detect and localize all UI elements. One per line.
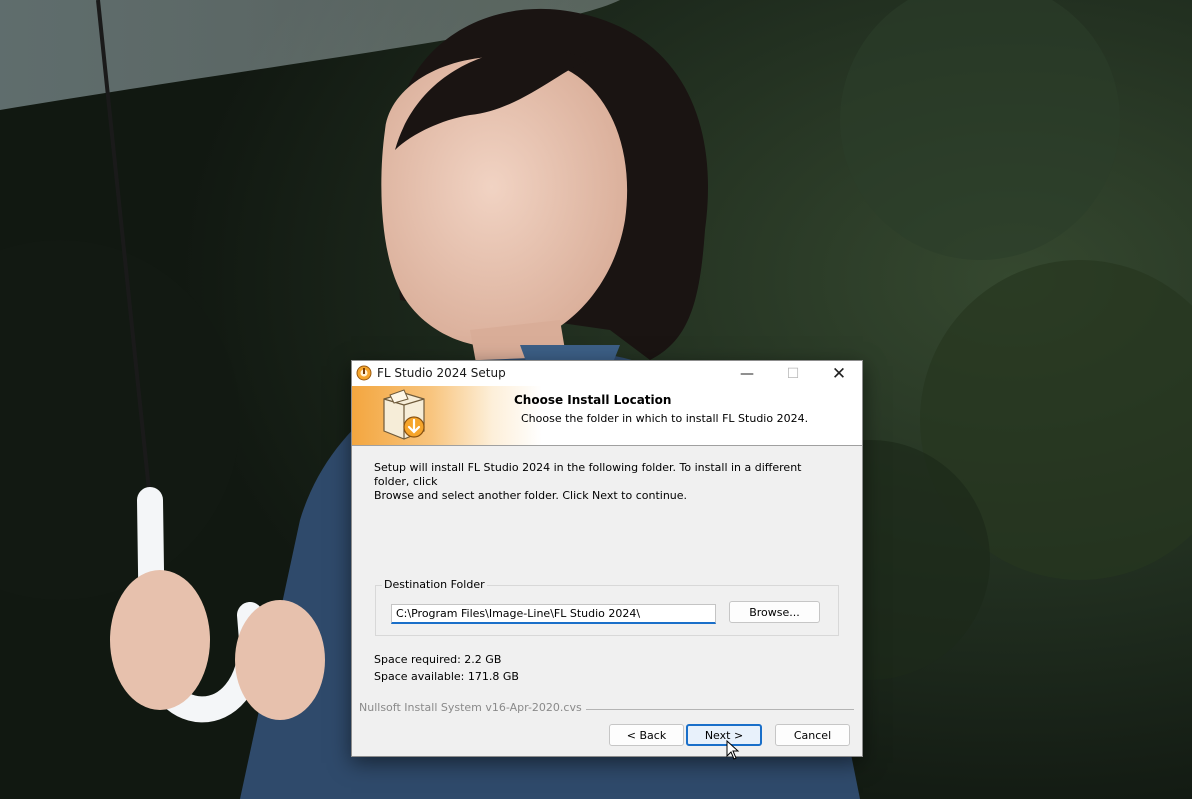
wizard-header: Choose Install Location Choose the folde… <box>352 386 862 446</box>
mouse-pointer-icon <box>726 740 740 760</box>
destination-folder-group: Destination Folder Browse... <box>375 578 839 636</box>
destination-path-input[interactable] <box>391 604 716 624</box>
page-subtitle: Choose the folder in which to install FL… <box>521 412 809 425</box>
close-icon: ✕ <box>831 363 847 384</box>
setup-dialog: FL Studio 2024 Setup — ☐ ✕ Choose Instal… <box>351 360 863 760</box>
page-title: Choose Install Location <box>514 393 672 407</box>
minimize-icon: — <box>740 365 754 382</box>
cancel-button[interactable]: Cancel <box>775 724 850 746</box>
maximize-button[interactable]: ☐ <box>770 361 816 386</box>
back-button[interactable]: < Back <box>609 724 684 746</box>
instructions-line-1: Setup will install FL Studio 2024 in the… <box>374 461 802 488</box>
window-title: FL Studio 2024 Setup <box>377 366 506 380</box>
close-button[interactable]: ✕ <box>816 361 862 386</box>
instructions-line-2: Browse and select another folder. Click … <box>374 489 688 502</box>
space-available-text: Space available: 171.8 GB <box>374 670 519 683</box>
next-button[interactable]: Next > <box>686 724 762 746</box>
fl-studio-setup-icon <box>356 365 372 381</box>
nsis-branding-text: Nullsoft Install System v16-Apr-2020.cvs <box>359 701 586 714</box>
maximize-icon: ☐ <box>786 365 800 382</box>
destination-folder-label: Destination Folder <box>382 578 487 591</box>
browse-button[interactable]: Browse... <box>729 601 820 623</box>
space-required-text: Space required: 2.2 GB <box>374 653 502 666</box>
title-bar[interactable]: FL Studio 2024 Setup — ☐ ✕ <box>352 361 862 386</box>
instructions-text: Setup will install FL Studio 2024 in the… <box>374 461 834 503</box>
installer-box-download-icon <box>383 389 425 440</box>
minimize-button[interactable]: — <box>724 361 770 386</box>
